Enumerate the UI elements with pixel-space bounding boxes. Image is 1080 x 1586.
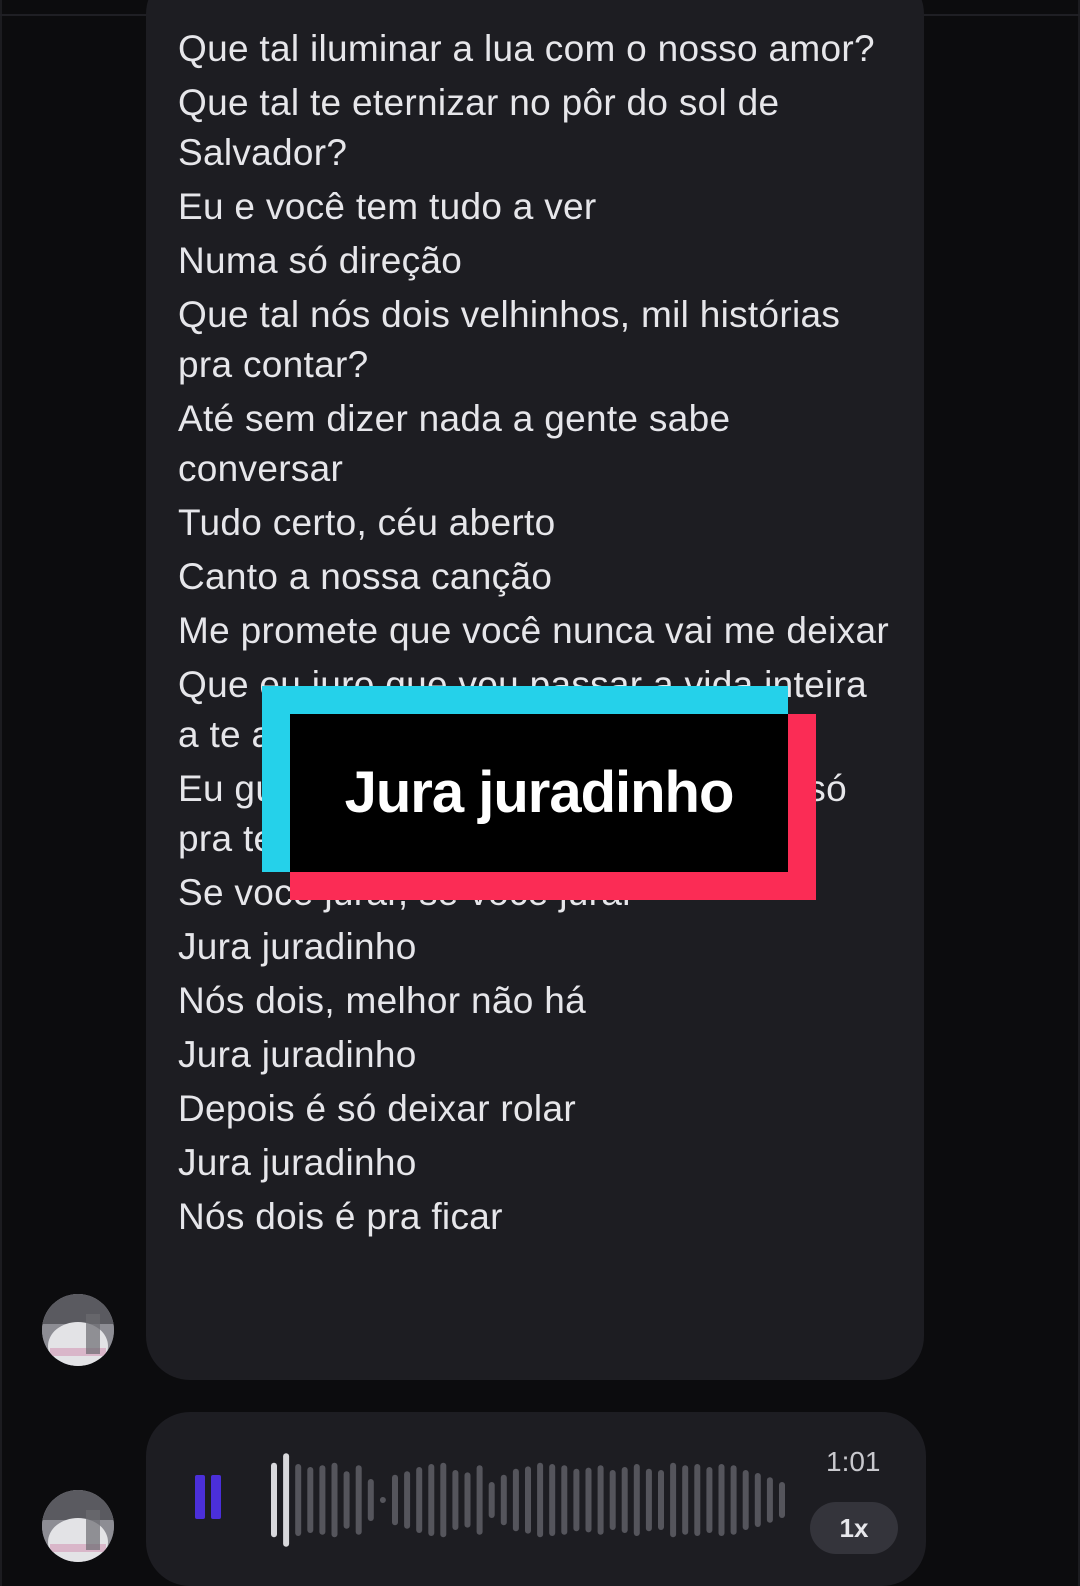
waveform-bar bbox=[766, 1477, 773, 1523]
lyric-line: Jura juradinho bbox=[178, 926, 417, 967]
waveform-bar bbox=[283, 1453, 290, 1547]
waveform-bar bbox=[742, 1470, 749, 1530]
lyric-line: Que tal nós dois velhinhos, mil história… bbox=[178, 294, 841, 385]
lyric-line: Eu e você tem tudo a ver bbox=[178, 186, 597, 227]
waveform-bar bbox=[779, 1482, 785, 1518]
waveform-bar bbox=[379, 1497, 386, 1503]
lyric-line: Que tal iluminar a lua com o nosso amor? bbox=[178, 28, 875, 69]
waveform-bar bbox=[452, 1470, 459, 1530]
waveform-bar bbox=[464, 1472, 471, 1528]
waveform-bar bbox=[512, 1468, 519, 1532]
lyric-line: Nós dois, melhor não há bbox=[178, 980, 586, 1021]
sender-avatar[interactable] bbox=[42, 1490, 114, 1562]
waveform-bar bbox=[621, 1467, 628, 1533]
lyric-line: Numa só direção bbox=[178, 240, 463, 281]
lyric-line: Tudo certo, céu aberto bbox=[178, 502, 556, 543]
lyric-line: Me promete que você nunca vai me deixar bbox=[178, 610, 889, 651]
title-overlay-text: Jura juradinho bbox=[344, 760, 735, 825]
waveform-bar bbox=[476, 1465, 483, 1535]
lyric-line: Nós dois é pra ficar bbox=[178, 1196, 503, 1237]
waveform-bar bbox=[645, 1468, 652, 1532]
waveform-bar bbox=[525, 1466, 531, 1534]
lyric-line: Depois é só deixar rolar bbox=[178, 1088, 576, 1129]
audio-waveform[interactable] bbox=[268, 1440, 788, 1560]
waveform-bar bbox=[706, 1467, 713, 1533]
pause-icon bbox=[195, 1475, 205, 1519]
lyric-line: Até sem dizer nada a gente sabe conversa… bbox=[178, 398, 731, 489]
sender-avatar[interactable] bbox=[42, 1294, 114, 1366]
waveform-bar bbox=[500, 1474, 507, 1526]
waveform-bar bbox=[343, 1471, 350, 1529]
title-overlay: Jura juradinho bbox=[262, 686, 816, 900]
waveform-bar bbox=[331, 1462, 338, 1538]
lyric-line: Que tal te eternizar no pôr do sol de Sa… bbox=[178, 82, 780, 173]
avatar-photo-icon bbox=[42, 1294, 114, 1366]
waveform-bar bbox=[597, 1465, 604, 1535]
waveform-bar bbox=[537, 1462, 544, 1538]
waveform-bar bbox=[694, 1464, 701, 1536]
waveform-bar bbox=[367, 1479, 374, 1521]
pause-icon bbox=[211, 1475, 221, 1519]
playback-speed-button[interactable]: 1x bbox=[810, 1502, 898, 1554]
audio-duration: 1:01 bbox=[826, 1446, 881, 1477]
waveform-bar bbox=[416, 1467, 423, 1533]
pause-button[interactable] bbox=[195, 1475, 227, 1519]
waveform-bar bbox=[307, 1467, 314, 1533]
waveform-bar bbox=[271, 1462, 277, 1538]
waveform-bar bbox=[295, 1464, 302, 1536]
waveform-bar bbox=[609, 1470, 616, 1530]
waveform-bar bbox=[440, 1462, 447, 1538]
waveform-bar bbox=[658, 1470, 664, 1530]
waveform-bar bbox=[355, 1465, 362, 1535]
waveform-bar bbox=[561, 1465, 568, 1535]
waveform-bar bbox=[754, 1473, 761, 1527]
waveform-bar bbox=[488, 1482, 495, 1518]
lyric-line: Jura juradinho bbox=[178, 1034, 417, 1075]
waveform-bar bbox=[573, 1468, 580, 1532]
waveform-bar bbox=[670, 1462, 677, 1538]
waveform-bar bbox=[682, 1465, 689, 1535]
waveform-bar bbox=[633, 1464, 640, 1536]
lyrics-message-text: Que tal iluminar a lua com o nosso amor?… bbox=[178, 24, 898, 1246]
waveform-bar bbox=[428, 1464, 435, 1536]
waveform-bar bbox=[585, 1467, 592, 1533]
lyric-line: Canto a nossa canção bbox=[178, 556, 553, 597]
waveform-bar bbox=[730, 1465, 737, 1535]
waveform-bar bbox=[319, 1465, 326, 1535]
lyric-line: Jura juradinho bbox=[178, 1142, 417, 1183]
waveform-bar bbox=[549, 1464, 556, 1536]
avatar-photo-icon bbox=[42, 1490, 114, 1562]
waveform-bar bbox=[404, 1471, 411, 1529]
waveform-bar bbox=[392, 1474, 398, 1526]
waveform-bar bbox=[718, 1464, 725, 1536]
